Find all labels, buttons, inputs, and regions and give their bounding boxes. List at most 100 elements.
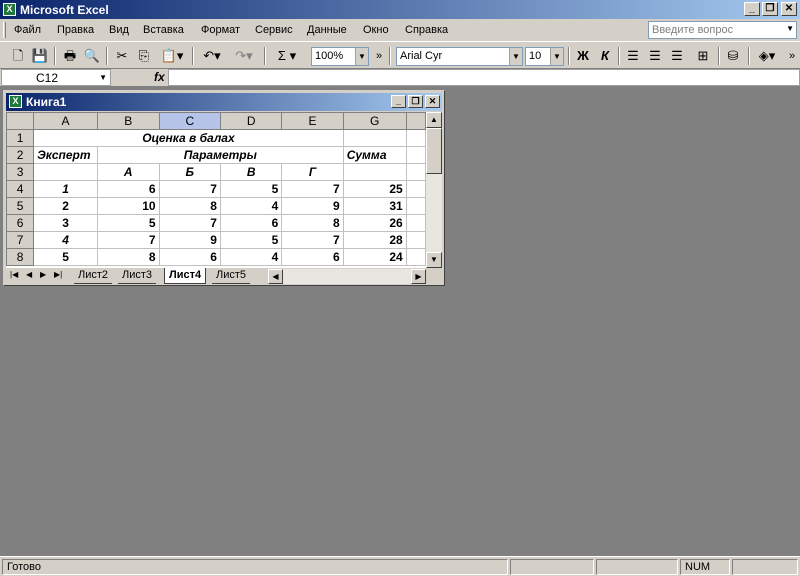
cell[interactable] (405, 197, 426, 215)
vertical-scrollbar[interactable]: ▲ ▼ (426, 112, 442, 268)
cell[interactable]: 7 (158, 180, 221, 198)
title-cell[interactable]: Оценка в балах (33, 129, 344, 147)
scroll-thumb[interactable] (426, 128, 442, 174)
cell[interactable]: 4 (219, 197, 283, 215)
cell[interactable] (342, 163, 407, 181)
column-header[interactable]: D (219, 112, 283, 130)
first-sheet-icon[interactable]: |◀ (10, 270, 18, 279)
row-header[interactable]: 2 (6, 146, 35, 164)
align-right-icon[interactable]: ☰ (668, 46, 686, 66)
menu-insert[interactable]: Вставка (143, 24, 184, 36)
cut-icon[interactable]: ✂ (112, 46, 132, 66)
horizontal-scrollbar[interactable]: ◀ ▶ (268, 269, 426, 284)
zoom-select[interactable]: 100% ▼ (311, 47, 369, 66)
new-icon[interactable]: 🗋 (8, 46, 28, 66)
paste-icon[interactable]: 📋▾ (158, 46, 186, 66)
scroll-left-icon[interactable]: ◀ (268, 269, 283, 284)
cell[interactable]: 5 (96, 214, 160, 232)
undo-icon[interactable]: ↶▾ (198, 46, 226, 66)
menu-file[interactable]: Файл (14, 24, 41, 36)
sum-cell[interactable]: 26 (342, 214, 407, 232)
align-left-icon[interactable]: ☰ (624, 46, 642, 66)
select-all-corner[interactable] (6, 112, 35, 130)
scroll-down-icon[interactable]: ▼ (426, 252, 442, 268)
menu-tools[interactable]: Сервис (255, 24, 293, 36)
parameter-label-cell[interactable]: А (96, 163, 160, 181)
parameter-label-cell[interactable]: В (219, 163, 283, 181)
cell[interactable]: 6 (158, 248, 221, 266)
cell[interactable]: 7 (96, 231, 160, 249)
column-header[interactable]: B (96, 112, 160, 130)
redo-icon[interactable]: ↷▾ (230, 46, 258, 66)
menu-grip[interactable] (3, 22, 6, 38)
chevron-down-icon[interactable]: ▼ (550, 48, 563, 65)
restore-button[interactable]: ❐ (762, 2, 778, 16)
cell[interactable] (342, 129, 407, 147)
cell[interactable]: 5 (219, 180, 283, 198)
cell[interactable]: 8 (281, 214, 344, 232)
toolbar-options-icon[interactable]: » (786, 46, 798, 66)
wb-restore-button[interactable]: ❐ (408, 95, 423, 108)
fill-color-icon[interactable]: ◈▾ (752, 46, 782, 66)
cell[interactable]: 5 (219, 231, 283, 249)
chevron-down-icon[interactable]: ▼ (355, 48, 368, 65)
next-sheet-icon[interactable]: ▶ (40, 270, 46, 279)
sheet-tab[interactable]: Лист5 (212, 268, 251, 284)
ask-question-input[interactable]: Введите вопрос ▼ (648, 21, 797, 39)
row-header[interactable]: 8 (6, 248, 35, 266)
workbook-icon[interactable]: X (9, 95, 22, 108)
cell[interactable]: 9 (158, 231, 221, 249)
font-select[interactable]: Arial Cyr ▼ (396, 47, 523, 66)
cell[interactable] (405, 146, 426, 164)
cell[interactable]: 8 (158, 197, 221, 215)
menu-window[interactable]: Окно (363, 24, 389, 36)
expert-cell[interactable]: 4 (33, 231, 98, 249)
cell[interactable] (405, 180, 426, 198)
cell[interactable]: 6 (219, 214, 283, 232)
row-header[interactable]: 5 (6, 197, 35, 215)
column-header[interactable]: E (281, 112, 344, 130)
sum-cell[interactable]: 24 (342, 248, 407, 266)
sheet-tab-active[interactable]: Лист4 (164, 268, 207, 284)
autosum-icon[interactable]: Σ ▾ (270, 46, 304, 66)
spreadsheet-grid[interactable]: A B C D E G 1 Оценка в балах 2 Эксперт П… (6, 112, 426, 268)
scroll-up-icon[interactable]: ▲ (426, 112, 442, 128)
column-header[interactable]: A (33, 112, 98, 130)
row-header[interactable]: 4 (6, 180, 35, 198)
cell[interactable]: 8 (96, 248, 160, 266)
minimize-button[interactable]: _ (744, 2, 760, 16)
cell[interactable]: 10 (96, 197, 160, 215)
cell[interactable]: 7 (281, 180, 344, 198)
column-header[interactable] (405, 112, 426, 130)
row-header[interactable]: 3 (6, 163, 35, 181)
cell[interactable] (405, 214, 426, 232)
chevron-down-icon[interactable]: ▼ (99, 73, 107, 82)
close-button[interactable]: ✕ (781, 2, 797, 16)
toolbar-options-icon[interactable]: » (372, 46, 386, 66)
font-size-select[interactable]: 10 ▼ (525, 47, 564, 66)
wb-close-button[interactable]: ✕ (425, 95, 440, 108)
sum-header-cell[interactable]: Сумма (342, 146, 407, 164)
expert-cell[interactable]: 2 (33, 197, 98, 215)
cell[interactable] (405, 248, 426, 266)
menu-view[interactable]: Вид (109, 24, 129, 36)
save-icon[interactable]: 💾 (30, 46, 50, 66)
sum-cell[interactable]: 25 (342, 180, 407, 198)
merge-center-icon[interactable]: ⊞ (692, 46, 714, 66)
column-header[interactable]: G (342, 112, 407, 130)
menu-format[interactable]: Формат (201, 24, 240, 36)
sheet-tab[interactable]: Лист2 (74, 268, 113, 284)
menu-data[interactable]: Данные (307, 24, 347, 36)
prev-sheet-icon[interactable]: ◀ (26, 270, 32, 279)
align-center-icon[interactable]: ☰ (646, 46, 664, 66)
italic-button[interactable]: К (596, 46, 614, 66)
cell[interactable]: 7 (158, 214, 221, 232)
currency-icon[interactable]: ⛁ (722, 46, 744, 66)
name-box[interactable]: C12 ▼ (1, 69, 111, 86)
last-sheet-icon[interactable]: ▶| (54, 270, 62, 279)
cell[interactable] (33, 163, 98, 181)
expert-cell[interactable]: 5 (33, 248, 98, 266)
cell[interactable]: 4 (219, 248, 283, 266)
chevron-down-icon[interactable]: ▼ (509, 48, 522, 65)
cell[interactable]: 6 (96, 180, 160, 198)
